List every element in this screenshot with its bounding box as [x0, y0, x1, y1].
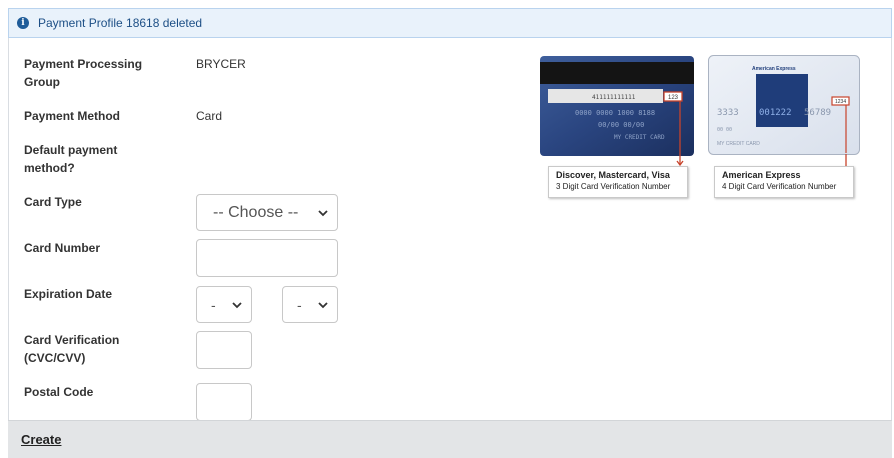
amex-number-right: 56789 [804, 108, 831, 118]
processing-group-value: BRYCER [196, 57, 246, 71]
default-payment-label: Default payment method? [24, 143, 118, 175]
amex-card-title: American Express [752, 66, 796, 72]
postal-code-label: Postal Code [24, 385, 94, 399]
amex-number-mid: 001222 [759, 108, 792, 118]
svg-text:411111111111: 411111111111 [592, 94, 636, 101]
postal-code-input[interactable] [196, 383, 252, 421]
payment-method-label: Payment Method [24, 109, 121, 123]
card-type-select[interactable]: -- Choose -- [196, 194, 338, 231]
processing-group-label: Payment Processing Group [24, 57, 143, 89]
visa-cvv-code: 123 [668, 95, 679, 101]
card-number-label: Card Number [24, 241, 101, 255]
expiration-date-label: Expiration Date [24, 287, 113, 301]
visa-caption: Discover, Mastercard, Visa 3 Digit Card … [548, 166, 688, 198]
chevron-down-icon [232, 301, 242, 308]
info-icon: i [17, 17, 29, 29]
cvv-label: Card Verification (CVC/CVV) [24, 333, 120, 365]
amex-date: 00 00 [717, 127, 732, 133]
svg-text:MY CREDIT CARD: MY CREDIT CARD [614, 134, 665, 141]
exp-year-select[interactable]: - [282, 286, 338, 323]
amex-caption: American Express 4 Digit Card Verificati… [714, 166, 854, 198]
card-number-input[interactable] [196, 239, 338, 277]
amex-card-image: American Express 3333 001222 56789 1234 … [708, 55, 860, 155]
exp-year-selected: - [297, 296, 302, 313]
cvv-input[interactable] [196, 331, 252, 369]
amex-number-left: 3333 [717, 108, 739, 118]
svg-text:00/00 00/00: 00/00 00/00 [598, 121, 644, 129]
form-footer: Create [8, 420, 892, 458]
svg-text:0000 0000 1000 8188: 0000 0000 1000 8188 [575, 109, 655, 117]
exp-month-select[interactable]: - [196, 286, 252, 323]
amex-holder: MY CREDIT CARD [717, 141, 760, 147]
payment-method-value: Card [196, 109, 223, 123]
visa-hint: 3 Digit Card Verification Number [556, 182, 671, 191]
chevron-down-icon [318, 301, 328, 308]
alert-message: Payment Profile 18618 deleted [38, 16, 203, 30]
create-button[interactable]: Create [21, 432, 61, 447]
exp-month-selected: - [211, 296, 216, 313]
amex-brand: American Express [722, 170, 801, 180]
card-type-label: Card Type [24, 195, 82, 209]
chevron-down-icon [318, 209, 328, 216]
card-back-image: 411111111111 123 0000 0000 1000 8188 00/… [540, 56, 694, 156]
visa-brands: Discover, Mastercard, Visa [556, 170, 670, 180]
amex-cvv-code: 1234 [835, 99, 846, 105]
arrow-down-icon [676, 154, 684, 166]
amex-hint: 4 Digit Card Verification Number [722, 182, 837, 191]
card-type-selected: -- Choose -- [213, 203, 299, 221]
status-alert: i Payment Profile 18618 deleted [8, 8, 892, 38]
